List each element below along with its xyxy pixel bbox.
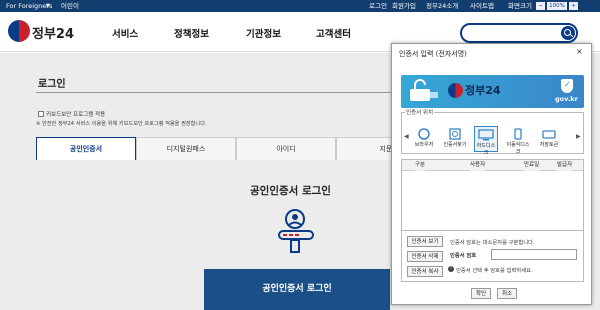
certificate-icon <box>278 209 314 253</box>
case-sensitivity-note: 인증서 암호는 대소문자를 구분합니다. <box>450 240 535 246</box>
location-search-cert-label: 인증서찾기 <box>443 142 467 148</box>
column-expiry: 만료일 <box>524 160 540 171</box>
page-title: 로그인 <box>38 79 66 90</box>
login-tabs: 공인인증서 디지털원패스 아이디 지문 <box>36 137 436 160</box>
column-user: 사용자 <box>470 160 486 171</box>
chevron-down-icon[interactable]: ▼ <box>46 0 50 12</box>
banner-title: 정부24 <box>465 84 501 97</box>
signup-link[interactable]: 회원가입 <box>392 0 416 12</box>
column-issuer: 발급자 <box>557 160 573 171</box>
token-icon <box>541 128 557 140</box>
location-storage-token-label: 저장토큰 <box>539 142 559 148</box>
location-search-cert[interactable]: 인증서찾기 <box>443 126 467 152</box>
government-logo-icon[interactable] <box>8 20 30 42</box>
location-browser[interactable]: 브라우저 <box>412 126 436 152</box>
delete-certificate-button[interactable]: 인증서 삭제 <box>407 251 443 262</box>
search-cert-icon <box>447 128 463 140</box>
title-divider <box>36 92 436 93</box>
certificate-dialog: 인증서 입력 (전자서명) × 정부24 gov.kr ◀ 브라우저 인증서찾기 <box>391 43 592 305</box>
cancel-button[interactable]: 취소 <box>497 288 517 299</box>
password-label: 인증서 암호 <box>450 253 477 259</box>
tab-certificate[interactable]: 공인인증서 <box>36 137 136 160</box>
nav-policy[interactable]: 정책정보 <box>174 26 209 40</box>
tab-id[interactable]: 아이디 <box>236 137 336 160</box>
nav-services[interactable]: 서비스 <box>112 26 138 40</box>
zoom-in-button[interactable]: + <box>569 2 578 10</box>
search-input[interactable] <box>460 23 578 43</box>
keyboard-security-label: 키보드보안 프로그램 적용 <box>46 112 106 118</box>
copy-certificate-button[interactable]: 인증서 복사 <box>407 266 443 277</box>
login-link[interactable]: 로그인 <box>369 0 387 12</box>
view-certificate-button[interactable]: 인증서 보기 <box>407 236 443 247</box>
scroll-right-icon[interactable]: ▶ <box>576 133 581 140</box>
kids-link[interactable]: 어린이 <box>61 0 79 12</box>
location-removable-disk-label: 이동식디스크 <box>506 142 530 155</box>
certificate-login-heading: 공인인증서 로그인 <box>250 185 331 197</box>
info-icon: ! <box>448 266 454 272</box>
site-logo-text[interactable]: 정부24 <box>32 23 74 42</box>
certificate-password-input[interactable] <box>491 249 577 260</box>
top-utility-bar: For Foreigners ▼ 어린이 로그인 회원가입 정부24소개 사이트… <box>0 0 600 12</box>
certificate-list-header <box>402 160 583 171</box>
location-storage-token[interactable]: 저장토큰 <box>537 126 561 152</box>
location-browser-label: 브라우저 <box>414 142 434 148</box>
certificate-actions: 인증서 보기 인증서 삭제 인증서 복사 인증서 암호는 대소문자를 구분합니다… <box>401 230 584 282</box>
nav-agencies[interactable]: 기관정보 <box>246 26 281 40</box>
tab-digital-onepass[interactable]: 디지털원패스 <box>136 137 236 160</box>
search-icon[interactable] <box>561 26 575 40</box>
hard-disk-icon <box>478 129 494 141</box>
screen-size-label: 화면크기 <box>508 2 532 10</box>
scroll-left-icon[interactable]: ◀ <box>404 133 409 140</box>
nav-customer-center[interactable]: 고객센터 <box>316 26 351 40</box>
dialog-title: 인증서 입력 (전자서명) <box>399 50 467 58</box>
zoom-level: 100% <box>547 2 567 10</box>
keyboard-security-note: ※ 안전한 정부24 서비스 이용을 위해 키보드보안 프로그램 적용을 권장합… <box>36 121 207 127</box>
close-icon[interactable]: × <box>576 47 583 56</box>
location-removable-disk[interactable]: 이동식디스크 <box>506 126 530 155</box>
shield-icon <box>561 79 573 93</box>
location-group-label: 인증서 위치 <box>405 108 435 116</box>
about-link[interactable]: 정부24소개 <box>426 0 458 12</box>
sitemap-link[interactable]: 사이트맵 <box>470 0 494 12</box>
usb-lock-icon <box>410 79 438 101</box>
location-hard-disk-label: 하드디스크 <box>476 143 496 156</box>
usb-icon <box>510 128 526 140</box>
government-logo-icon <box>448 83 463 98</box>
location-hard-disk[interactable]: 하드디스크 <box>474 126 498 156</box>
keyboard-security-checkbox[interactable] <box>38 111 44 117</box>
browser-icon <box>416 128 432 140</box>
ok-button[interactable]: 확인 <box>471 288 491 299</box>
certificate-location-group: ◀ 브라우저 인증서찾기 하드디스크 이동식디스크 저장토큰 ▶ <box>401 112 584 156</box>
instruction-text: 인증서 선택 후 암호를 입력하세요. <box>456 268 533 274</box>
zoom-out-button[interactable]: − <box>536 2 545 10</box>
certificate-login-button[interactable]: 공인인증서 로그인 <box>204 269 390 310</box>
banner-domain: gov.kr <box>555 95 578 103</box>
column-type: 구분 <box>415 160 426 171</box>
dialog-banner: 정부24 gov.kr <box>401 75 584 108</box>
